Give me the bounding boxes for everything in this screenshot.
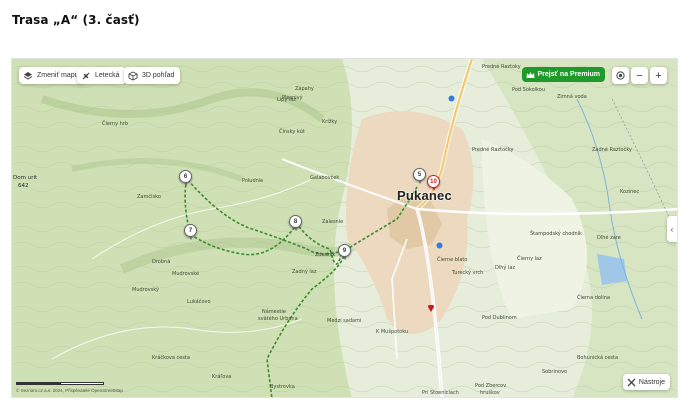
map-label: Lukáčovo: [187, 299, 211, 305]
tools-label: Nástroje: [638, 378, 665, 386]
tools-icon: [627, 378, 636, 386]
map-label: Čierny hrb: [102, 121, 129, 127]
locate-button[interactable]: [612, 67, 629, 84]
map-label: svätého Urbana: [258, 316, 298, 322]
map-label: Kozinec: [620, 189, 640, 195]
map-label: Lipy laz: [277, 97, 296, 103]
map-label: Pod Dublinom: [482, 315, 517, 321]
map-label: Zalesnie: [322, 219, 344, 225]
map-label: Mudrovské: [172, 271, 200, 277]
zoom-out-button[interactable]: −: [631, 67, 648, 84]
aerial-button[interactable]: Letecká: [77, 67, 126, 84]
map-label: 642: [18, 183, 29, 189]
crown-icon: [526, 71, 534, 78]
map-label: Pod Zbercov: [475, 383, 507, 389]
pin-icon: [428, 305, 434, 312]
map-label: Zadné Raztočky: [592, 147, 632, 153]
marker-number: 9: [342, 247, 347, 254]
premium-button[interactable]: Prejsť na Premium: [521, 67, 605, 82]
change-map-label: Zmeniť mapu: [37, 72, 79, 79]
tools-button[interactable]: Nástroje: [622, 374, 670, 390]
marker-number: 5: [417, 171, 422, 178]
layers-icon: [23, 71, 33, 80]
map-scale-bar: [16, 382, 104, 385]
map-label: hruškov: [480, 390, 500, 396]
marker-number: 6: [183, 173, 188, 180]
3d-view-button[interactable]: 3D pohľad: [124, 67, 181, 84]
map-label: Medzi sadami: [327, 318, 362, 324]
map-label: Dlhé zare: [597, 235, 621, 241]
cube-icon: [128, 70, 138, 81]
map-label: Zimná voda: [557, 94, 587, 100]
map-label: Mudrovský: [132, 287, 159, 293]
marker-number: 8: [293, 218, 298, 225]
map-label: Zadný laz: [292, 269, 317, 275]
map-label: Kráčkova cesta: [152, 355, 190, 361]
map-label: Dlhý laz: [495, 265, 516, 271]
marker-number: 10: [430, 178, 437, 185]
map-label: Bohunická cesta: [577, 355, 619, 361]
map-label: Pod Sokolkou: [512, 87, 546, 93]
route-marker-5[interactable]: 5: [413, 168, 426, 184]
map-base-layer: [12, 59, 677, 397]
map-label: K Mušpotoku: [376, 329, 409, 335]
map-attribution: © Seznam.cz a.s. 2024, Přispěvatelé Open…: [16, 388, 123, 393]
map-label: Zamčisko: [137, 194, 161, 200]
zoom-in-button[interactable]: +: [650, 67, 667, 84]
map-label: Dom urit: [13, 175, 38, 181]
map-label: Námestie: [262, 309, 286, 315]
map-label: Čierny laz: [517, 256, 542, 262]
page-title: Trasa „A“ (3. časť): [12, 13, 140, 27]
map-label: Predné Raztoky: [482, 64, 521, 70]
map-label: Zápahy: [295, 86, 314, 92]
bus-stop-icon: [436, 242, 443, 249]
route-marker-10[interactable]: 10: [427, 175, 440, 191]
route-marker-9[interactable]: 9: [338, 244, 351, 260]
map-label: Štampodský chodník: [530, 231, 582, 237]
map-view[interactable]: Zmeniť mapu Letecká 3D pohľad Prejsť na …: [11, 58, 678, 398]
map-label: Drobná: [152, 259, 171, 265]
route-marker-6[interactable]: 6: [179, 170, 192, 186]
side-panel-toggle[interactable]: ‹: [667, 216, 677, 242]
map-label: Turecký vrch: [452, 270, 484, 276]
marker-number: 7: [188, 227, 193, 234]
map-label: Kráľova: [212, 374, 232, 380]
town-label: Pukanec: [397, 188, 452, 203]
map-label: Bystrovka: [270, 384, 295, 390]
map-label: Čierne blato: [437, 257, 468, 263]
route-marker-8[interactable]: 8: [289, 215, 302, 231]
change-map-button[interactable]: Zmeniť mapu: [19, 67, 85, 84]
aerial-label: Letecká: [95, 72, 120, 79]
satellite-icon: [82, 72, 90, 79]
map-label: Sobrinovo: [542, 369, 568, 375]
route-marker-7[interactable]: 7: [184, 224, 197, 240]
3d-view-label: 3D pohľad: [142, 72, 175, 79]
map-label: Predné Raztočky: [472, 147, 514, 153]
map-label: Krížky: [322, 119, 338, 125]
map-label: Poludnie: [242, 178, 264, 184]
map-label: Galabovček: [310, 175, 340, 181]
target-icon: [616, 71, 625, 80]
map-label: Zdudník: [315, 252, 336, 258]
bus-stop-icon: [448, 95, 455, 102]
map-label: Pri Stoeniciach: [422, 390, 459, 396]
map-zoom-controls: − +: [612, 67, 667, 84]
map-label: Čierna dolina: [577, 295, 610, 301]
premium-label: Prejsť na Premium: [537, 71, 601, 78]
map-label: Čínsky kút: [279, 129, 305, 135]
